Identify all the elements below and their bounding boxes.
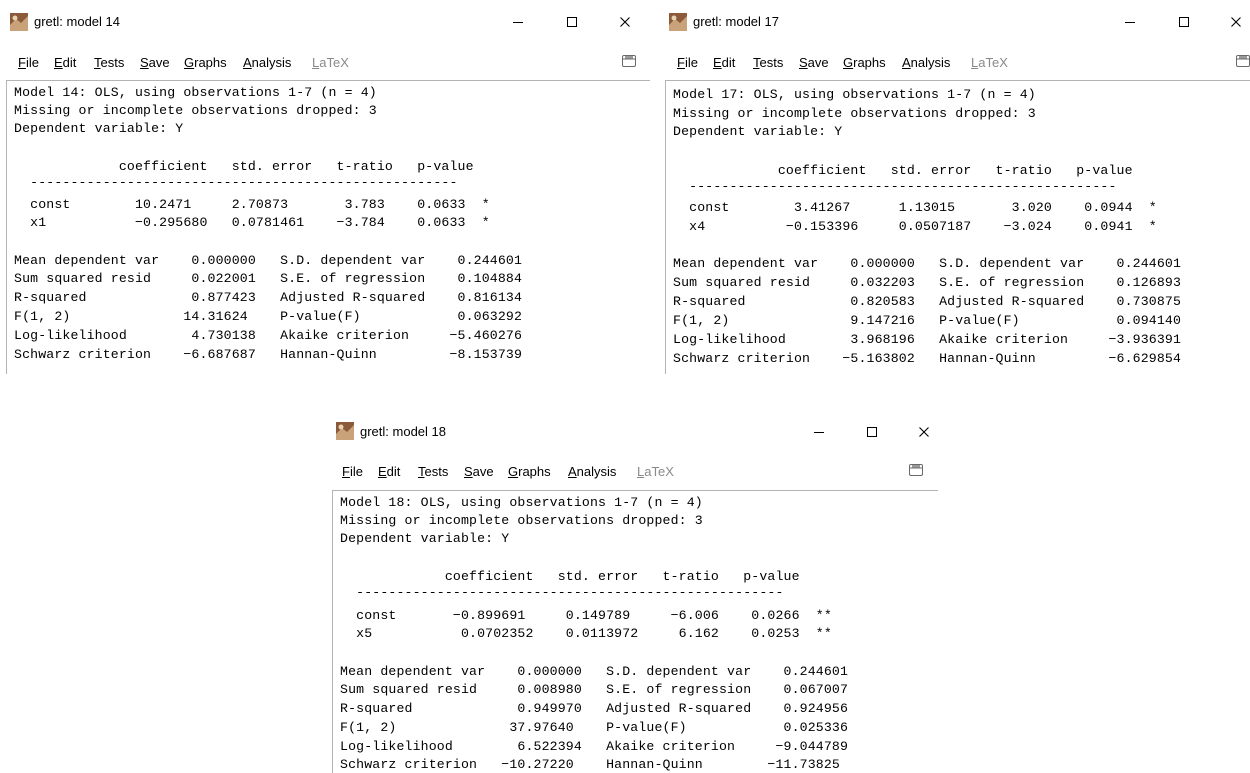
menu-file[interactable]: File <box>677 55 698 70</box>
output-line: F(1, 2) 14.31624 P-value(F) 0.063292 <box>14 309 523 324</box>
minimize-button[interactable] <box>802 420 836 444</box>
output-line: Mean dependent var 0.000000 S.D. depende… <box>14 253 523 268</box>
output-line: coefficient std. error t-ratio p-value <box>340 569 800 584</box>
close-button[interactable] <box>608 10 642 34</box>
title-bar[interactable]: gretl: model 17 <box>659 0 1250 44</box>
output-line: x5 0.0702352 0.0113972 6.162 0.0253 ** <box>340 626 832 641</box>
output-line: Dependent variable: Y <box>14 121 184 136</box>
menu-graphs[interactable]: Graphs <box>843 55 886 70</box>
menu-edit[interactable]: Edit <box>378 464 400 479</box>
output-line: Sum squared resid 0.008980 S.E. of regre… <box>340 682 849 697</box>
output-line: const 10.2471 2.70873 3.783 0.0633 * <box>14 197 490 212</box>
output-line: Dependent variable: Y <box>340 531 510 546</box>
output-line: Missing or incomplete observations dropp… <box>14 103 377 118</box>
window-title: gretl: model 14 <box>34 14 120 29</box>
output-line: coefficient std. error t-ratio p-value <box>14 159 474 174</box>
output-line: x1 −0.295680 0.0781461 −3.784 0.0633 * <box>14 215 490 230</box>
gretl-app-icon <box>669 13 687 31</box>
maximize-icon <box>567 17 577 27</box>
menu-latex: LaTeX <box>312 55 349 70</box>
close-icon <box>1231 17 1241 27</box>
model-output-text[interactable]: Model 18: OLS, using observations 1-7 (n… <box>332 490 938 773</box>
dock-window-icon[interactable] <box>621 54 637 68</box>
title-bar[interactable]: gretl: model 18 <box>328 408 938 452</box>
close-button[interactable] <box>1219 10 1250 34</box>
dock-window-icon[interactable] <box>908 463 924 477</box>
output-line: Schwarz criterion −6.687687 Hannan-Quinn… <box>14 347 523 362</box>
output-line: Model 14: OLS, using observations 1-7 (n… <box>14 85 377 100</box>
dock-window-icon[interactable] <box>1235 54 1250 68</box>
output-line: ----------------------------------------… <box>14 175 458 190</box>
output-line: Log-likelihood 3.968196 Akaike criterion… <box>673 332 1182 347</box>
menu-save[interactable]: Save <box>140 55 170 70</box>
output-line: Schwarz criterion −5.163802 Hannan-Quinn… <box>673 351 1182 366</box>
menu-save[interactable]: Save <box>464 464 494 479</box>
output-line: Model 17: OLS, using observations 1-7 (n… <box>673 87 1036 102</box>
model-17-window: gretl: model 17 File Edit Tests Save Gra… <box>659 0 1250 374</box>
output-line: coefficient std. error t-ratio p-value <box>673 163 1133 178</box>
output-line: Missing or incomplete observations dropp… <box>340 513 703 528</box>
output-line: Sum squared resid 0.022001 S.E. of regre… <box>14 271 523 286</box>
output-line: Log-likelihood 6.522394 Akaike criterion… <box>340 739 849 754</box>
minimize-button[interactable] <box>501 10 535 34</box>
menu-analysis[interactable]: Analysis <box>902 55 950 70</box>
menu-analysis[interactable]: Analysis <box>568 464 616 479</box>
menu-edit[interactable]: Edit <box>54 55 76 70</box>
output-line: F(1, 2) 9.147216 P-value(F) 0.094140 <box>673 313 1182 328</box>
output-line: ----------------------------------------… <box>673 179 1117 194</box>
output-line: ----------------------------------------… <box>340 585 784 600</box>
output-line: x4 −0.153396 0.0507187 −3.024 0.0941 * <box>673 219 1157 234</box>
output-line: Missing or incomplete observations dropp… <box>673 106 1036 121</box>
output-line: F(1, 2) 37.97640 P-value(F) 0.025336 <box>340 720 849 735</box>
menu-file[interactable]: File <box>18 55 39 70</box>
maximize-icon <box>1179 17 1189 27</box>
minimize-button[interactable] <box>1113 10 1147 34</box>
model-output-text[interactable]: Model 17: OLS, using observations 1-7 (n… <box>665 80 1250 374</box>
menu-file[interactable]: File <box>342 464 363 479</box>
model-output-text[interactable]: Model 14: OLS, using observations 1-7 (n… <box>6 80 650 374</box>
menu-save[interactable]: Save <box>799 55 829 70</box>
window-title: gretl: model 18 <box>360 424 446 439</box>
output-line: Model 18: OLS, using observations 1-7 (n… <box>340 495 703 510</box>
gretl-app-icon <box>10 13 28 31</box>
minimize-icon <box>513 22 523 23</box>
menu-bar: File Edit Tests Save Graphs Analysis LaT… <box>328 459 938 485</box>
menu-tests[interactable]: Tests <box>94 55 124 70</box>
output-line: const 3.41267 1.13015 3.020 0.0944 * <box>673 200 1157 215</box>
output-line: R-squared 0.949970 Adjusted R-squared 0.… <box>340 701 849 716</box>
minimize-icon <box>1125 22 1135 23</box>
output-line: Log-likelihood 4.730138 Akaike criterion… <box>14 328 523 343</box>
maximize-button[interactable] <box>555 10 589 34</box>
output-line: R-squared 0.877423 Adjusted R-squared 0.… <box>14 290 523 305</box>
output-line: const −0.899691 0.149789 −6.006 0.0266 *… <box>340 608 832 623</box>
maximize-button[interactable] <box>855 420 889 444</box>
menu-latex: LaTeX <box>971 55 1008 70</box>
gretl-app-icon <box>336 422 354 440</box>
menu-analysis[interactable]: Analysis <box>243 55 291 70</box>
menu-graphs[interactable]: Graphs <box>508 464 551 479</box>
output-line: Sum squared resid 0.032203 S.E. of regre… <box>673 275 1182 290</box>
menu-bar: File Edit Tests Save Graphs Analysis LaT… <box>659 50 1250 76</box>
minimize-icon <box>814 432 824 433</box>
menu-edit[interactable]: Edit <box>713 55 735 70</box>
title-bar[interactable]: gretl: model 14 <box>0 0 650 44</box>
menu-tests[interactable]: Tests <box>753 55 783 70</box>
menu-tests[interactable]: Tests <box>418 464 448 479</box>
menu-latex: LaTeX <box>637 464 674 479</box>
output-line: Mean dependent var 0.000000 S.D. depende… <box>340 664 849 679</box>
window-title: gretl: model 17 <box>693 14 779 29</box>
output-line: Dependent variable: Y <box>673 124 843 139</box>
model-14-window: gretl: model 14 File Edit Tests Save Gra… <box>0 0 650 374</box>
close-icon <box>919 427 929 437</box>
output-line: R-squared 0.820583 Adjusted R-squared 0.… <box>673 294 1182 309</box>
menu-bar: File Edit Tests Save Graphs Analysis LaT… <box>0 50 650 76</box>
maximize-icon <box>867 427 877 437</box>
model-18-window: gretl: model 18 File Edit Tests Save Gra… <box>328 408 938 773</box>
output-line: Mean dependent var 0.000000 S.D. depende… <box>673 256 1182 271</box>
menu-graphs[interactable]: Graphs <box>184 55 227 70</box>
close-button[interactable] <box>907 420 938 444</box>
maximize-button[interactable] <box>1167 10 1201 34</box>
close-icon <box>620 17 630 27</box>
output-line: Schwarz criterion −10.27220 Hannan-Quinn… <box>340 757 840 772</box>
